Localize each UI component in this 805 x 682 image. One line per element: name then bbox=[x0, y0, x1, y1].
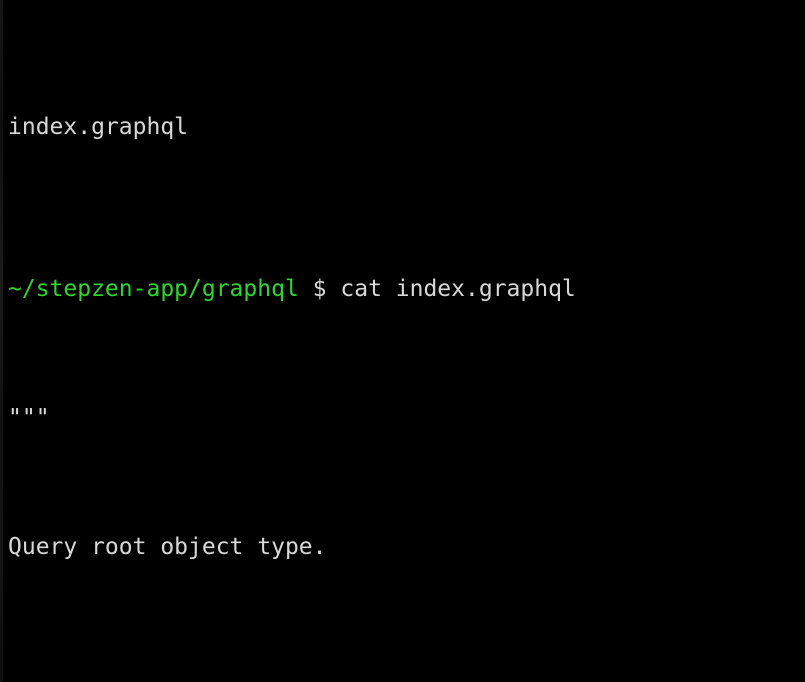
output-line-02 bbox=[8, 660, 805, 682]
prompt-line[interactable]: ~/stepzen-app/graphql $ cat index.graphq… bbox=[8, 273, 805, 305]
prompt-symbol: $ bbox=[312, 275, 327, 302]
prompt-spacer-2 bbox=[327, 276, 341, 302]
terminal-screen[interactable]: index.graphql ~/stepzen-app/graphql $ ca… bbox=[0, 0, 805, 682]
scrollback-clipped-line: index.graphql bbox=[8, 114, 189, 141]
prompt-spacer-1 bbox=[299, 276, 313, 302]
output-line-01: Query root object type. bbox=[8, 534, 327, 561]
output-line-docstring-open: """ bbox=[8, 404, 50, 431]
prompt-command: cat index.graphql bbox=[340, 275, 576, 302]
terminal-window[interactable]: index.graphql ~/stepzen-app/graphql $ ca… bbox=[0, 0, 805, 682]
prompt-path: ~/stepzen-app/graphql bbox=[8, 275, 299, 302]
